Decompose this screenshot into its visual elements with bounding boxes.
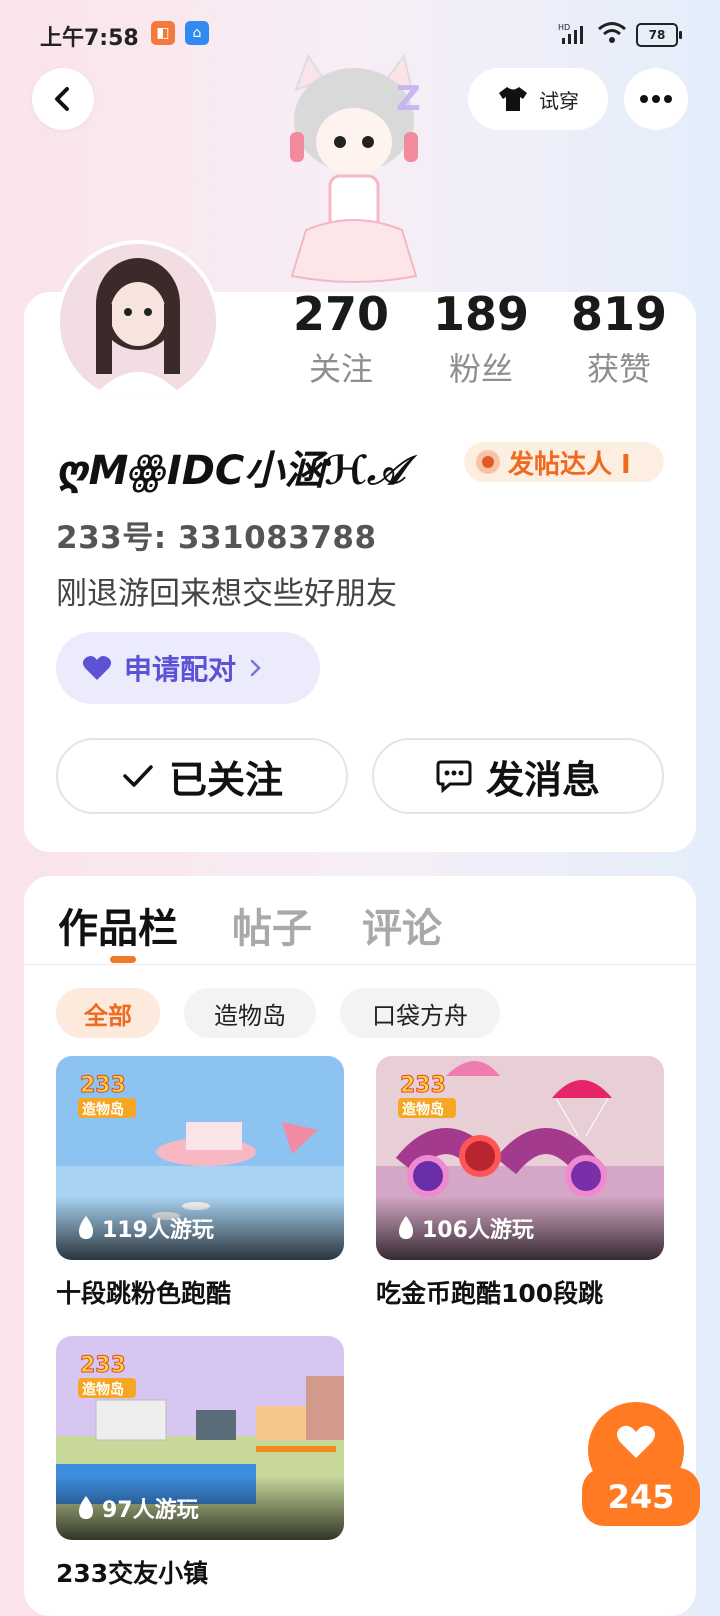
avatar-figure: Z [290,53,421,283]
chevron-left-icon [55,87,69,111]
work-thumbnail: 233 造物岛 106人游玩 [376,1056,664,1260]
tab-posts[interactable]: 帖子 [232,896,312,954]
stat-value: 189 [432,287,530,341]
stat-value: 270 [292,287,390,341]
play-count: 106人游玩 [396,1212,534,1244]
avatar[interactable] [56,240,220,404]
svg-text:Z: Z [396,79,421,119]
stat-label: 粉丝 [448,350,513,388]
user-bio: 刚退游回来想交些好朋友 [56,576,397,612]
work-item[interactable]: 233 造物岛 97人游玩 233交友小镇 [56,1336,344,1590]
work-title: 233交友小镇 [56,1559,209,1588]
stat-label: 获赞 [586,350,651,388]
svg-text:造物岛: 造物岛 [82,1101,124,1118]
work-item[interactable]: 233 造物岛 119人游玩 十段跳粉色跑酷 [56,1056,344,1310]
work-thumbnail: 233 造物岛 97人游玩 [56,1336,344,1540]
stat-value: 819 [570,287,668,341]
svg-text:233: 233 [80,1073,126,1098]
work-title: 十段跳粉色跑酷 [56,1279,232,1308]
wifi-icon [598,22,626,43]
divider [24,964,696,965]
back-button[interactable] [32,68,94,130]
tshirt-icon [499,87,527,111]
stat-followers[interactable]: 189 粉丝 [416,286,546,390]
game-logo: 233 造物岛 [76,1070,138,1122]
filter-pocket-ark[interactable]: 口袋方舟 [340,988,500,1038]
poster-badge[interactable]: 发帖达人 I [464,442,664,482]
heart-icon [82,656,112,680]
svg-text:造物岛: 造物岛 [82,1381,124,1398]
try-on-label: 试穿 [539,88,579,113]
app-notification-icon: ◧ [151,21,175,45]
filter-creation-island[interactable]: 造物岛 [184,988,316,1038]
send-message-button[interactable]: 发消息 [372,738,664,814]
user-id: 233号: 331083788 [56,520,377,556]
pair-label: 申请配对 [124,653,237,686]
try-on-button[interactable]: 试穿 [468,68,608,130]
play-count: 97人游玩 [76,1492,199,1524]
status-time: 上午7:58 [40,26,139,51]
flame-icon [79,1496,93,1519]
svg-text:233: 233 [400,1073,446,1098]
badge-label: 发帖达人 I [508,449,631,480]
pair-request-button[interactable]: 申请配对 [56,632,320,704]
play-count-text: 97人游玩 [102,1498,199,1523]
flame-icon [79,1216,93,1239]
svg-text:造物岛: 造物岛 [402,1101,444,1118]
badge-icon [476,450,500,474]
battery-icon: 78 [636,23,682,47]
work-item[interactable]: 233 造物岛 106人游玩 吃金币跑酷100段跳 [376,1056,664,1310]
stat-following[interactable]: 270 关注 [276,286,406,390]
play-count: 119人游玩 [76,1212,214,1244]
followed-label: 已关注 [168,757,283,802]
tab-comments[interactable]: 评论 [362,896,442,954]
avatar-image [60,244,216,400]
play-count-text: 106人游玩 [422,1218,534,1243]
more-dots-icon [640,95,672,103]
user-name: ღMꙮIDC小涵ℋ𝒜 [56,448,406,494]
more-button[interactable] [624,68,688,130]
signal-icon: HD [558,23,583,44]
app-notification-icon: ⌂ [185,21,209,45]
stat-likes[interactable]: 819 获赞 [554,286,684,390]
stat-label: 关注 [308,350,373,388]
tab-works[interactable]: 作品栏 [58,896,178,954]
game-logo: 233 造物岛 [76,1350,138,1402]
chevron-right-icon [250,659,261,677]
svg-text:233: 233 [80,1353,126,1378]
play-count-text: 119人游玩 [102,1218,214,1243]
flame-icon [399,1216,413,1239]
work-title: 吃金币跑酷100段跳 [376,1279,604,1308]
check-icon [123,765,153,787]
work-thumbnail: 233 造物岛 119人游玩 [56,1056,344,1260]
filter-all[interactable]: 全部 [56,988,160,1038]
like-count: 245 [582,1468,700,1526]
tab-indicator [110,956,136,963]
game-logo: 233 造物岛 [396,1070,458,1122]
message-icon [436,760,472,793]
svg-text:HD: HD [558,23,570,32]
send-message-label: 发消息 [485,757,600,802]
followed-button[interactable]: 已关注 [56,738,348,814]
